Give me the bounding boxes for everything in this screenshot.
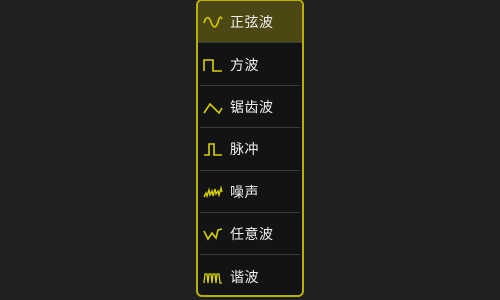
arbitrary-wave-icon <box>202 225 224 243</box>
harmonic-wave-icon <box>202 268 224 286</box>
menu-item-pulse[interactable]: 脉冲 <box>198 128 302 171</box>
sawtooth-wave-icon <box>202 98 224 116</box>
menu-item-harmonic[interactable]: 谐波 <box>198 255 302 297</box>
waveform-menu: 正弦波 方波 锯齿波 脉冲 噪声 任意波 谐波 <box>196 0 304 297</box>
menu-item-noise[interactable]: 噪声 <box>198 171 302 213</box>
menu-item-arbitrary[interactable]: 任意波 <box>198 213 302 256</box>
menu-item-label: 任意波 <box>230 227 274 244</box>
menu-item-label: 脉冲 <box>230 142 259 159</box>
pulse-wave-icon <box>202 140 224 158</box>
noise-wave-icon <box>202 183 224 201</box>
menu-item-label: 方波 <box>230 57 259 74</box>
square-wave-icon <box>202 56 224 74</box>
menu-item-sine[interactable]: 正弦波 <box>198 1 302 44</box>
menu-item-label: 正弦波 <box>230 15 274 32</box>
sine-wave-icon <box>202 13 224 31</box>
menu-item-label: 噪声 <box>230 184 259 201</box>
menu-item-sawtooth[interactable]: 锯齿波 <box>198 86 302 129</box>
menu-item-label: 谐波 <box>230 269 259 286</box>
menu-item-label: 锯齿波 <box>230 99 274 116</box>
menu-item-square[interactable]: 方波 <box>198 43 302 86</box>
